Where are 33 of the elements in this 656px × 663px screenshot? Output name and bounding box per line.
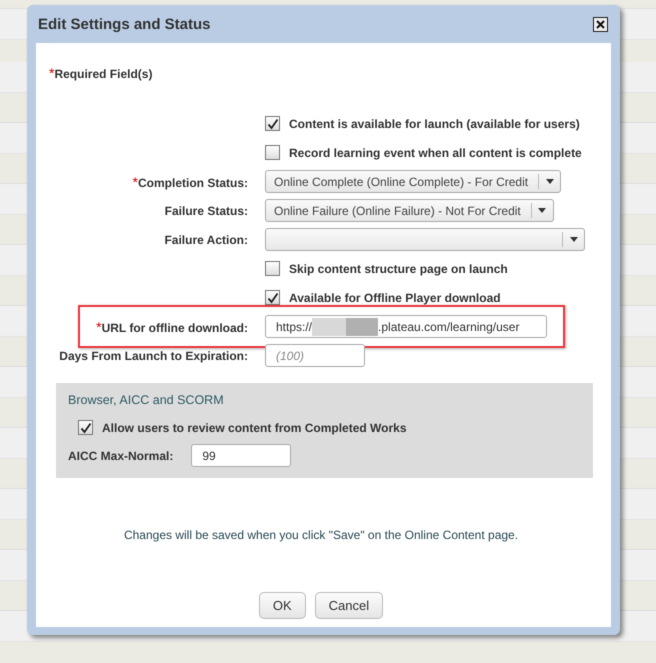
checkbox[interactable]	[265, 290, 280, 305]
info-message: Changes will be saved when you click "Save" on the Online Content page.	[122, 528, 520, 542]
input-field[interactable]: (100)	[265, 344, 365, 367]
dropdown[interactable]: Online Failure (Online Failure) - Not For Credit	[265, 199, 554, 222]
caret-icon	[546, 179, 554, 184]
checkbox-label: Allow users to review content from Completed Works	[102, 420, 406, 434]
checkbox[interactable]	[265, 261, 280, 276]
checkbox-label: Available for Offline Player download	[289, 290, 501, 304]
close-icon	[596, 20, 605, 28]
window-title: Edit Settings and Status	[38, 16, 211, 32]
caret-icon	[538, 208, 546, 213]
field-label: Failure Action:	[163, 232, 248, 246]
url-field[interactable]: https:// .plateau.com/learning/user	[265, 315, 547, 338]
checkbox-label: Record learning event when all content is complete	[289, 146, 582, 160]
field-label: *Completion Status:	[132, 174, 248, 190]
section-title: Browser, AICC and SCORM	[68, 393, 225, 407]
checkbox-label: Skip content structure page on launch	[289, 262, 508, 276]
checkbox[interactable]	[265, 145, 280, 160]
dialog-button[interactable]: OK	[258, 592, 306, 619]
field-label: Days From Launch to Expiration:	[58, 348, 248, 362]
input-field[interactable]: 99	[191, 444, 292, 467]
checkbox[interactable]	[265, 116, 280, 131]
field-label: Failure Status:	[164, 204, 248, 218]
dropdown[interactable]: Online Complete (Online Complete) - For Credit	[265, 170, 562, 193]
field-label: AICC Max-Normal:	[68, 448, 174, 462]
close-button[interactable]	[593, 16, 608, 32]
checkbox[interactable]	[78, 420, 93, 435]
redaction-block	[312, 318, 378, 336]
checkbox-label: Content is available for launch (available for users)	[289, 116, 580, 130]
field-label: *URL for offline download:	[95, 318, 248, 334]
required-note: *Required Field(s)	[49, 65, 154, 81]
dialog-button[interactable]: Cancel	[314, 592, 384, 619]
caret-icon	[570, 237, 578, 242]
